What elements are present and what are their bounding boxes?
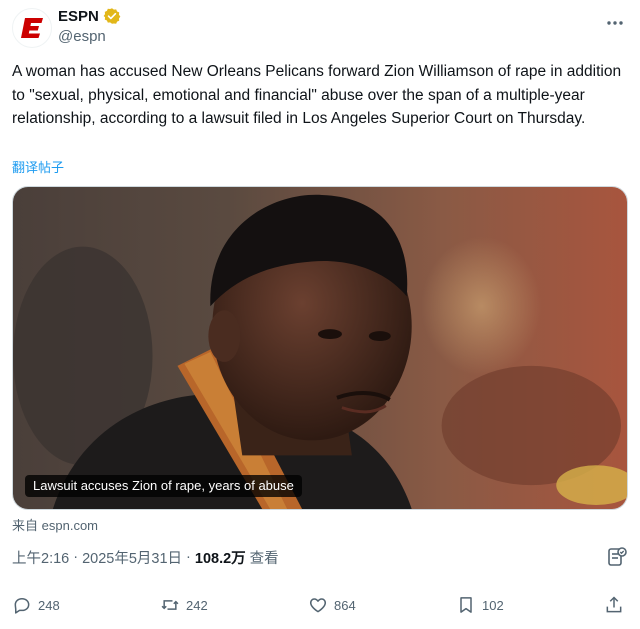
action-bar: 248 242 864 102 [12, 590, 628, 620]
player-photo [13, 187, 627, 509]
tweet-date[interactable]: 2025年5月31日 [82, 547, 182, 568]
card-source: 来自 espn.com [12, 515, 98, 534]
retweet-count: 242 [186, 597, 208, 613]
share-button[interactable] [604, 595, 624, 615]
verified-badge-icon[interactable] [103, 7, 121, 25]
share-icon [606, 596, 622, 613]
like-count: 864 [334, 597, 356, 613]
source-domain-link[interactable]: espn.com [42, 518, 98, 533]
grok-icon[interactable] [606, 546, 628, 568]
source-prefix: 来自 [12, 518, 39, 533]
views-count[interactable]: 108.2万 [195, 547, 246, 568]
retweet-icon [161, 600, 179, 610]
tweet-text: A woman has accused New Orleans Pelicans… [12, 63, 622, 127]
author-names: ESPN @espn [58, 6, 121, 45]
meta-separator: · [73, 549, 79, 565]
handle[interactable]: @espn [58, 28, 121, 45]
reply-button[interactable]: 248 [12, 595, 60, 615]
translate-post-link[interactable]: 翻译帖子 [12, 157, 64, 176]
display-name-row: ESPN [58, 6, 121, 26]
bookmark-icon [460, 597, 472, 613]
tweet-meta: 上午2:16 · 2025年5月31日 · 108.2万 查看 [12, 546, 628, 568]
retweet-button[interactable]: 242 [160, 595, 208, 615]
avatar[interactable] [12, 8, 52, 48]
ellipsis-icon[interactable] [604, 12, 626, 34]
espn-logo [21, 18, 43, 38]
bookmark-count: 102 [482, 597, 504, 613]
card-caption: Lawsuit accuses Zion of rape, years of a… [25, 475, 302, 497]
like-button[interactable]: 864 [308, 595, 356, 615]
display-name[interactable]: ESPN [58, 8, 99, 25]
heart-icon [309, 598, 327, 613]
reply-count: 248 [38, 597, 60, 613]
tweet-time[interactable]: 上午2:16 [12, 547, 69, 568]
views-label: 查看 [249, 550, 279, 567]
tweet-header: ESPN @espn [12, 6, 628, 50]
bookmark-button[interactable]: 102 [456, 595, 504, 615]
meta-separator: · [186, 549, 191, 565]
comment-icon [14, 598, 30, 614]
link-card-image[interactable]: Lawsuit accuses Zion of rape, years of a… [12, 186, 628, 510]
